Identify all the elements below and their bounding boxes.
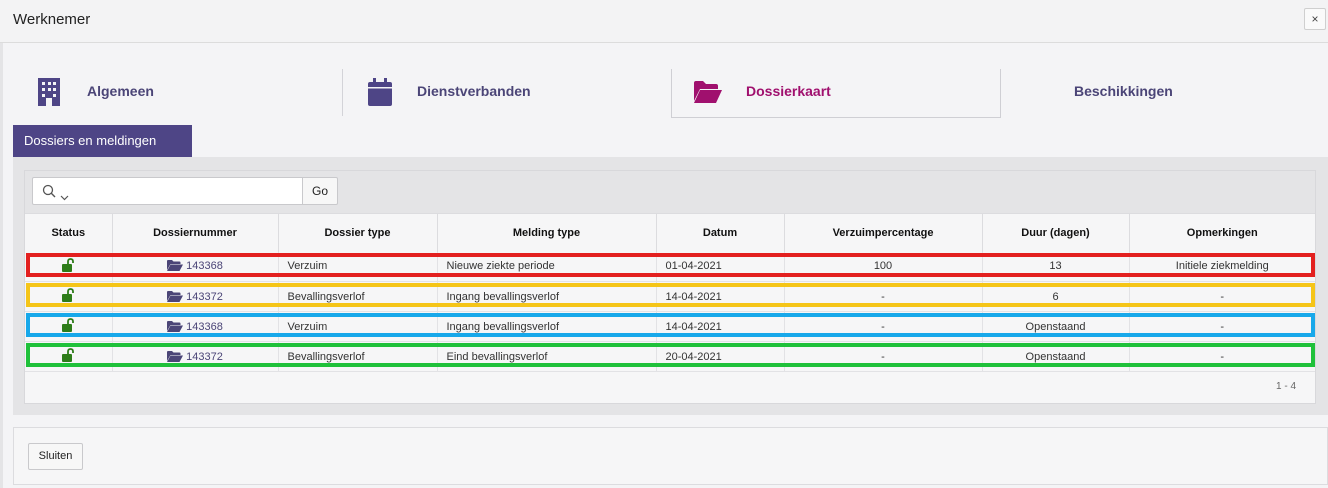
go-button[interactable]: Go <box>302 177 338 205</box>
dossiernummer-cell: 143368 <box>112 251 279 282</box>
tab-dossierkaart[interactable]: Dossierkaart <box>671 69 1001 118</box>
tab-algemeen-label: Algemeen <box>87 83 154 99</box>
opmerkingen-cell: - <box>1129 281 1315 312</box>
unlocked-icon[interactable] <box>61 288 75 305</box>
dossier-type-cell: Verzuim <box>278 311 438 342</box>
opmerkingen-cell: - <box>1129 311 1315 342</box>
column-header[interactable]: Melding type <box>437 213 657 252</box>
table-row: 143368 Verzuim Ingang bevallingsverlof 1… <box>25 311 1315 342</box>
search-column-menu[interactable] <box>32 177 82 205</box>
datum-cell: 14-04-2021 <box>656 281 785 312</box>
column-header[interactable]: Dossiernummer <box>112 213 279 252</box>
dossier-type-cell: Verzuim <box>278 251 438 282</box>
tab-dienstverbanden[interactable]: Dienstverbanden <box>343 69 670 118</box>
datum-cell: 14-04-2021 <box>656 311 785 342</box>
opmerkingen-cell: Initiele ziekmelding <box>1129 251 1315 282</box>
dossiernummer-cell: 143372 <box>112 281 279 312</box>
table-row: 143372 Bevallingsverlof Ingang bevalling… <box>25 281 1315 312</box>
datum-cell: 01-04-2021 <box>656 251 785 282</box>
column-header[interactable]: Duur (dagen) <box>982 213 1130 252</box>
column-header[interactable]: Datum <box>656 213 785 252</box>
duur-cell: Openstaand <box>982 341 1130 372</box>
melding-type-cell: Ingang bevallingsverlof <box>437 311 657 342</box>
search-icon <box>42 184 56 203</box>
folder-open-icon <box>167 320 184 332</box>
unlocked-icon[interactable] <box>61 348 75 365</box>
unlocked-icon[interactable] <box>61 257 75 275</box>
dossier-link[interactable]: 143372 <box>167 290 223 303</box>
dossiernummer-cell: 143368 <box>112 311 279 342</box>
dossiernummer: 143368 <box>186 320 223 333</box>
dialog-title: Werknemer <box>13 11 91 28</box>
tab-dossierkaart-label: Dossierkaart <box>746 83 831 99</box>
duur-cell: 6 <box>982 281 1130 312</box>
folder-open-icon <box>167 290 184 302</box>
calendar-icon <box>368 78 392 111</box>
tab-dienstverbanden-label: Dienstverbanden <box>417 83 531 99</box>
dialog-close-button[interactable]: × <box>1304 8 1326 30</box>
dossier-link[interactable]: 143372 <box>167 350 223 363</box>
opmerkingen-cell: - <box>1129 341 1315 372</box>
status-cell <box>25 341 113 372</box>
datum-cell: 20-04-2021 <box>656 341 785 372</box>
melding-type-cell: Nieuwe ziekte periode <box>437 251 657 282</box>
melding-type-cell: Ingang bevallingsverlof <box>437 281 657 312</box>
dialog-footer <box>13 427 1328 485</box>
dossiers-table: Status Dossiernummer Dossier type Meldin… <box>25 213 1315 372</box>
pagination-label: 1 - 4 <box>1276 381 1297 392</box>
chevron-down-icon <box>60 188 69 206</box>
column-header[interactable]: Status <box>25 213 113 252</box>
folder-open-icon <box>167 260 184 272</box>
table-row: 143372 Bevallingsverlof Eind bevallingsv… <box>25 341 1315 372</box>
column-header[interactable]: Dossier type <box>278 213 438 252</box>
verzuimpercentage-cell: 100 <box>784 251 983 282</box>
status-cell <box>25 251 113 282</box>
column-header[interactable]: Verzuimpercentage <box>784 213 983 252</box>
unlocked-icon[interactable] <box>61 318 75 335</box>
search-input[interactable] <box>81 177 303 205</box>
duur-cell: 13 <box>982 251 1130 282</box>
dossier-link[interactable]: 143368 <box>167 320 223 333</box>
dossiernummer: 143372 <box>186 350 223 363</box>
dossiernummer: 143372 <box>186 290 223 303</box>
subtab-dossiers-en-meldingen[interactable]: Dossiers en meldingen <box>13 125 192 157</box>
dossiernummer-cell: 143372 <box>112 341 279 372</box>
status-cell <box>25 281 113 312</box>
dialog-titlebar: Werknemer × <box>0 0 1328 43</box>
dossier-type-cell: Bevallingsverlof <box>278 281 438 312</box>
main-tabs: Algemeen Dienstverbanden Dossierkaart Be… <box>0 69 1328 118</box>
duur-cell: Openstaand <box>982 311 1130 342</box>
dossiernummer: 143368 <box>186 260 223 273</box>
building-icon <box>38 78 60 111</box>
sluiten-button[interactable]: Sluiten <box>28 443 83 470</box>
verzuimpercentage-cell: - <box>784 281 983 312</box>
folder-open-icon <box>167 350 184 362</box>
table-row: 143368 Verzuim Nieuwe ziekte periode 01-… <box>25 251 1315 282</box>
folder-open-icon <box>694 81 722 108</box>
verzuimpercentage-cell: - <box>784 341 983 372</box>
verzuimpercentage-cell: - <box>784 311 983 342</box>
tab-beschikkingen-label: Beschikkingen <box>1074 83 1173 99</box>
column-header[interactable]: Opmerkingen <box>1129 213 1315 252</box>
dossier-link[interactable]: 143368 <box>167 260 223 272</box>
table-header-row: Status Dossiernummer Dossier type Meldin… <box>25 213 1315 252</box>
tab-algemeen[interactable]: Algemeen <box>0 69 342 118</box>
tab-beschikkingen[interactable]: Beschikkingen <box>1001 69 1328 118</box>
status-cell <box>25 311 113 342</box>
dossier-type-cell: Bevallingsverlof <box>278 341 438 372</box>
melding-type-cell: Eind bevallingsverlof <box>437 341 657 372</box>
